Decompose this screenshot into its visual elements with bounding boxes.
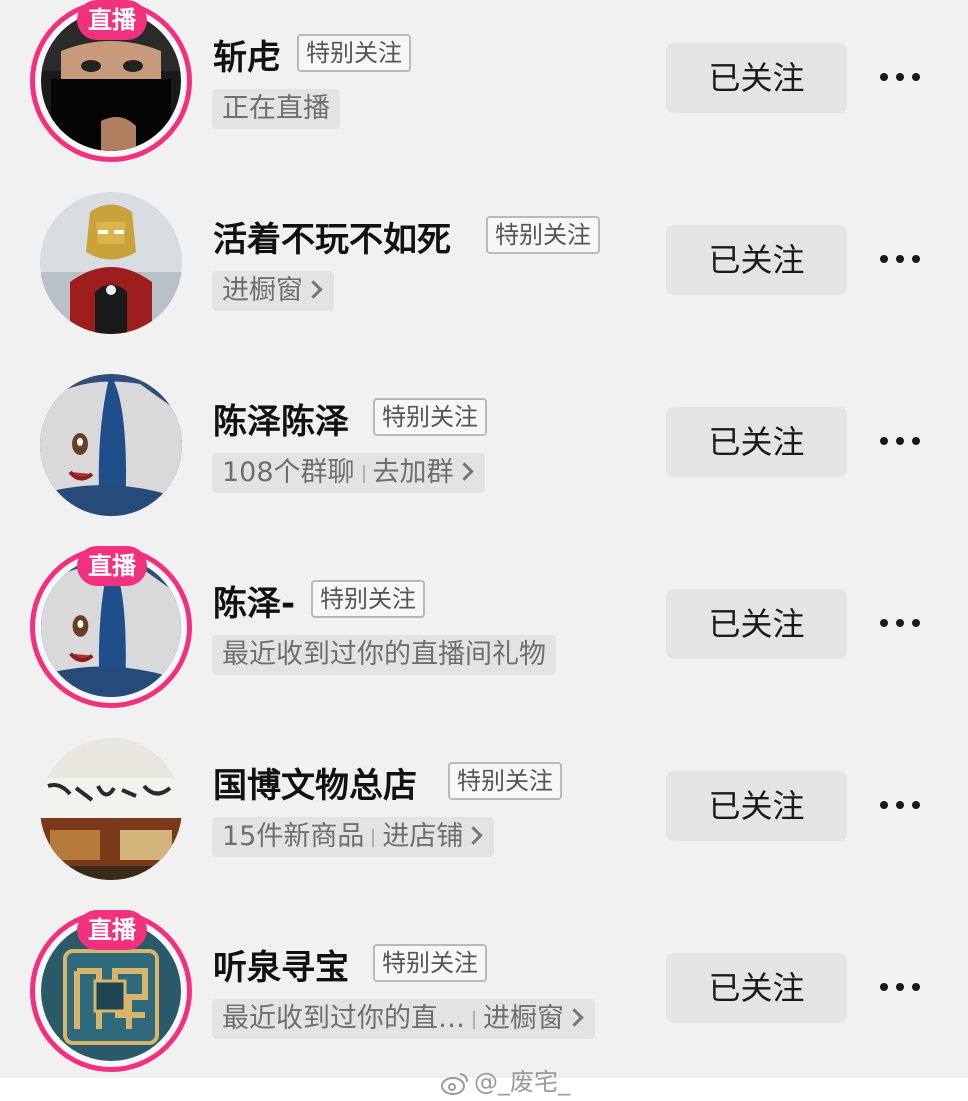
user-name[interactable]: 活着不玩不如死	[213, 212, 451, 261]
avatar-image	[40, 374, 182, 516]
chevron-right-icon	[464, 826, 484, 845]
user-name[interactable]: 斩虍	[213, 30, 281, 79]
status-subtitle[interactable]: 最近收到过你的直播间礼物	[212, 635, 556, 675]
status-subtitle[interactable]: 最近收到过你的直… 进橱窗	[212, 999, 595, 1039]
group-chat-count: 108个群聊	[222, 457, 355, 488]
live-badge: 直播	[77, 546, 147, 586]
list-item[interactable]: 国博文物总店 特别关注 15件新商品 进店铺 已关注	[0, 728, 968, 910]
chevron-right-icon	[304, 280, 323, 299]
followed-button[interactable]: 已关注	[666, 43, 847, 113]
enter-shop-link[interactable]: 进店铺	[382, 821, 463, 852]
new-products-count: 15件新商品	[222, 821, 365, 852]
more-options-icon[interactable]	[876, 251, 928, 271]
live-badge: 直播	[77, 0, 147, 40]
storefront-avatar-icon	[40, 738, 182, 880]
avatar[interactable]	[38, 736, 184, 882]
user-name[interactable]: 陈泽陈泽	[213, 394, 349, 443]
watermark: @_废宅_	[440, 1062, 570, 1096]
divider	[473, 1010, 475, 1029]
list-item[interactable]: 直播 陈泽- 特别关注 最近收到过你的直播间礼物 已关注	[0, 546, 968, 728]
user-name[interactable]: 陈泽-	[213, 576, 295, 625]
more-options-icon[interactable]	[876, 979, 928, 999]
avatar[interactable]	[38, 190, 184, 336]
divider	[372, 828, 375, 847]
list-item[interactable]: 活着不玩不如死 特别关注 进橱窗 已关注	[0, 182, 968, 364]
followed-button[interactable]: 已关注	[666, 953, 847, 1023]
avatar[interactable]: 直播	[30, 0, 192, 162]
avatar-image	[40, 738, 182, 880]
special-follow-tag: 特别关注	[373, 944, 487, 982]
weibo-logo-icon	[441, 1073, 468, 1095]
special-follow-tag: 特别关注	[486, 216, 600, 254]
avatar[interactable]	[38, 372, 184, 518]
chevron-right-icon	[565, 1008, 584, 1027]
list-item[interactable]: 直播 斩虍 特别关注 正在直播 已关注	[0, 0, 968, 182]
anime-girl-avatar-icon	[40, 374, 182, 516]
list-item[interactable]: 陈泽陈泽 特别关注 108个群聊 去加群 已关注	[0, 364, 968, 546]
gift-notice-text: 最近收到过你的直…	[222, 1003, 465, 1034]
showcase-link[interactable]: 进橱窗	[483, 1003, 564, 1034]
join-group-link[interactable]: 去加群	[373, 457, 454, 488]
special-follow-tag: 特别关注	[448, 762, 562, 800]
status-subtitle[interactable]: 进橱窗	[212, 271, 334, 311]
showcase-link-text: 进橱窗	[222, 275, 303, 306]
avatar[interactable]: 直播	[30, 910, 192, 1072]
ironman-avatar-icon	[40, 192, 182, 334]
chevron-right-icon	[454, 462, 474, 481]
special-follow-tag: 特别关注	[297, 34, 411, 72]
live-badge: 直播	[77, 910, 147, 950]
followed-button[interactable]: 已关注	[666, 589, 847, 659]
more-options-icon[interactable]	[876, 433, 928, 453]
avatar-image	[40, 192, 182, 334]
special-follow-tag: 特别关注	[311, 580, 425, 618]
user-name[interactable]: 国博文物总店	[213, 758, 417, 807]
followed-button[interactable]: 已关注	[666, 771, 847, 841]
followed-button[interactable]: 已关注	[666, 225, 847, 295]
more-options-icon[interactable]	[876, 797, 928, 817]
status-subtitle[interactable]: 108个群聊 去加群	[212, 453, 485, 493]
user-name[interactable]: 听泉寻宝	[213, 940, 349, 989]
followed-button[interactable]: 已关注	[666, 407, 847, 477]
gift-notice-text: 最近收到过你的直播间礼物	[222, 639, 546, 670]
status-subtitle[interactable]: 15件新商品 进店铺	[212, 817, 495, 857]
following-list: 直播 斩虍 特别关注 正在直播 已关注 活着不玩不如死 特别关注 进橱窗 已关注…	[0, 0, 968, 1101]
divider	[362, 464, 365, 483]
more-options-icon[interactable]	[876, 69, 928, 89]
more-options-icon[interactable]	[876, 615, 928, 635]
status-text: 正在直播	[222, 93, 330, 124]
watermark-text: @_废宅_	[474, 1068, 570, 1096]
special-follow-tag: 特别关注	[373, 398, 487, 436]
avatar[interactable]: 直播	[30, 546, 192, 708]
status-subtitle[interactable]: 正在直播	[212, 89, 340, 129]
